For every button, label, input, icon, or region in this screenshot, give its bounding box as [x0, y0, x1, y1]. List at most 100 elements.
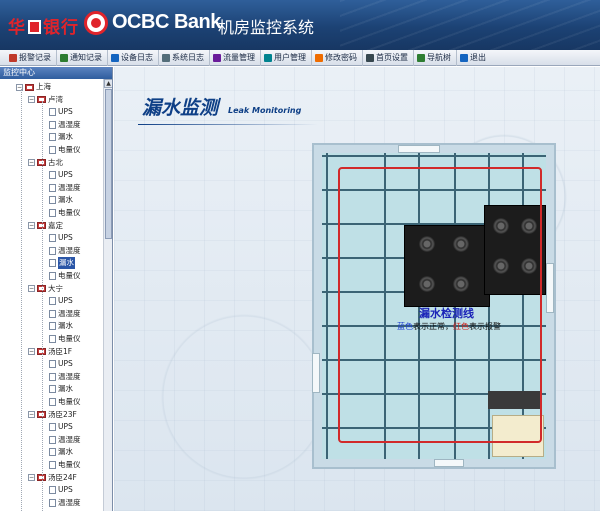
tree-label: 漏水 [58, 132, 73, 142]
tree-label: 汤臣1F [48, 346, 73, 356]
device-icon [49, 209, 56, 217]
tree-item[interactable]: 漏水 [49, 383, 73, 395]
tree-label: 大宁 [48, 283, 63, 293]
tree-item[interactable]: UPS [49, 169, 73, 181]
tree-item[interactable]: UPS [49, 484, 73, 496]
toolbar: 报警记录 通知记录 设备日志 系统日志 流量管理 用户管理 修改密码 首页设置 导航树 退出 [0, 49, 600, 66]
bank-emblem-icon [28, 20, 41, 34]
device-icon [49, 246, 56, 255]
tree-item[interactable]: UPS [49, 421, 73, 433]
tree-item[interactable]: 温湿度 [49, 434, 81, 446]
toolbar-button-0[interactable]: 报警记录 [6, 49, 57, 66]
title-underline [138, 124, 318, 125]
device-icon [49, 486, 56, 495]
toolbar-button-6[interactable]: 修改密码 [312, 49, 363, 66]
legend-red-word: 红色 [453, 322, 469, 331]
tree-item[interactable]: 电量仪 [49, 270, 81, 282]
collapse-toggle-icon[interactable]: − [28, 474, 35, 482]
header-banner: 华银行 OCBC Bank 机房监控系统 [0, 0, 600, 50]
device-icon [49, 498, 56, 507]
collapse-toggle-icon[interactable]: − [28, 411, 35, 419]
collapse-toggle-icon[interactable]: − [28, 222, 35, 230]
sidebar: 监控中心 − 上海 − 卢湾 UPS 温湿度 漏水 电量仪 − 古北 UPS 温湿度 漏水 电量仪 − 嘉定 U… [0, 67, 113, 511]
toolbar-button-5[interactable]: 用户管理 [261, 49, 312, 66]
tree-item[interactable]: 温湿度 [49, 371, 81, 383]
tree-label: 温湿度 [58, 182, 81, 192]
tree-item[interactable]: 漏水 [49, 131, 73, 143]
tree-item[interactable]: 电量仪 [49, 396, 81, 408]
tree-item[interactable]: 电量仪 [49, 459, 81, 471]
scroll-up-icon[interactable]: ▲ [104, 79, 112, 88]
tree-group[interactable]: − 嘉定 [28, 220, 63, 232]
scroll-thumb[interactable] [105, 89, 112, 239]
tree-item[interactable]: 漏水 [49, 320, 73, 332]
toolbar-label: 通知记录 [70, 53, 102, 62]
device-icon [49, 335, 56, 343]
toolbar-icon [111, 53, 119, 62]
tree-label: 嘉定 [48, 220, 63, 230]
toolbar-button-4[interactable]: 流量管理 [210, 49, 261, 66]
toolbar-label: 报警记录 [19, 53, 51, 62]
app-window: 华银行 OCBC Bank 机房监控系统 报警记录 通知记录 设备日志 系统日志 流量管… [0, 0, 600, 511]
tree-label: 卢湾 [48, 94, 63, 104]
device-icon [49, 322, 56, 331]
collapse-toggle-icon[interactable]: − [28, 285, 35, 293]
tree-item[interactable]: 温湿度 [49, 245, 81, 257]
tree-label: 上海 [36, 82, 51, 91]
tree-label: 古北 [48, 157, 63, 167]
tree-group[interactable]: − 汤臣24F [28, 472, 77, 484]
tree-group[interactable]: − 卢湾 [28, 94, 63, 106]
tree-item[interactable]: UPS [49, 358, 73, 370]
tree-item[interactable]: 电量仪 [49, 144, 81, 156]
legend-description: 蓝色表示正常，红色表示报警 [397, 321, 501, 332]
tree-label: 电量仪 [58, 460, 81, 469]
tree-item[interactable]: 漏水 [49, 446, 73, 458]
tree-group[interactable]: − 古北 [28, 157, 63, 169]
tree-label: 电量仪 [58, 334, 81, 343]
toolbar-button-1[interactable]: 通知记录 [57, 49, 108, 66]
tree-item[interactable]: 温湿度 [49, 497, 81, 509]
toolbar-label: 系统日志 [172, 53, 204, 62]
tree-group[interactable]: − 大宁 [28, 283, 63, 295]
tree-item[interactable]: UPS [49, 295, 73, 307]
collapse-toggle-icon[interactable]: − [28, 96, 35, 104]
page-subtitle: Leak Monitoring [228, 106, 302, 115]
toolbar-button-2[interactable]: 设备日志 [108, 49, 159, 66]
tree-group[interactable]: − 汤臣1F [28, 346, 72, 358]
bank-name-suffix: 银行 [43, 18, 79, 38]
toolbar-button-3[interactable]: 系统日志 [159, 49, 210, 66]
device-icon [49, 385, 56, 394]
device-icon [49, 108, 56, 117]
page-title: 漏水监测 [142, 97, 219, 119]
tree-label: 电量仪 [58, 145, 81, 154]
tree-item[interactable]: 漏水 [49, 257, 75, 270]
tree-label: UPS [58, 485, 73, 495]
tree-item[interactable]: UPS [49, 232, 73, 244]
device-icon [49, 133, 56, 142]
toolbar-button-7[interactable]: 首页设置 [363, 49, 414, 66]
folder-icon [25, 83, 34, 91]
nav-tree: − 上海 − 卢湾 UPS 温湿度 漏水 电量仪 − 古北 UPS 温湿度 漏水 电量仪 − 嘉定 UPS 温湿度… [0, 79, 103, 511]
tree-label: 温湿度 [58, 497, 81, 507]
toolbar-button-9[interactable]: 退出 [457, 50, 491, 66]
system-title: 机房监控系统 [218, 18, 315, 37]
tree-label: 汤臣24F [48, 472, 77, 482]
tree-item[interactable]: 漏水 [49, 194, 73, 206]
device-icon [49, 146, 56, 154]
tree-item[interactable]: 电量仪 [49, 333, 81, 345]
collapse-toggle-icon[interactable]: − [28, 348, 35, 356]
tree-item[interactable]: 温湿度 [49, 182, 81, 194]
tree-item[interactable]: UPS [49, 106, 73, 118]
tree-item[interactable]: 电量仪 [49, 207, 81, 219]
tree-item[interactable]: 温湿度 [49, 308, 81, 320]
door-opening [312, 353, 320, 393]
tree-item[interactable]: 温湿度 [49, 119, 81, 131]
device-icon [49, 272, 56, 280]
tree-group[interactable]: − 汤臣23F [28, 409, 77, 421]
sidebar-scrollbar[interactable]: ▲ [103, 79, 112, 511]
tree-connector [21, 89, 22, 511]
collapse-toggle-icon[interactable]: − [28, 159, 35, 167]
toolbar-label: 用户管理 [274, 53, 306, 62]
toolbar-button-8[interactable]: 导航树 [414, 49, 457, 66]
tree-label: UPS [58, 296, 73, 306]
